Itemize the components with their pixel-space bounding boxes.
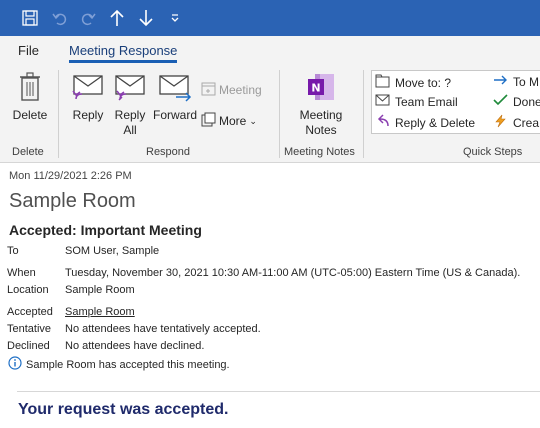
reply-all-label-line1: Reply: [114, 108, 146, 122]
undo-icon[interactable]: [50, 8, 70, 28]
quick-step-create-new[interactable]: Crea: [493, 114, 539, 131]
trash-icon: [10, 72, 50, 106]
meeting-notes-label-line2: Notes: [305, 123, 337, 137]
save-icon[interactable]: [20, 8, 40, 28]
reply-all-button[interactable]: Reply All: [110, 74, 150, 138]
delete-button[interactable]: Delete: [10, 72, 50, 123]
location-value: Sample Room: [65, 284, 135, 296]
sent-date: Mon 11/29/2021 2:26 PM: [9, 170, 132, 182]
quick-step-label: Reply & Delete: [395, 115, 476, 130]
ribbon: Delete Delete Reply Reply All Forward Me…: [0, 64, 540, 163]
reply-icon: [68, 74, 108, 106]
menu-bar: File Meeting Response: [0, 36, 540, 64]
down-arrow-icon[interactable]: [136, 8, 156, 28]
up-arrow-icon[interactable]: [107, 8, 127, 28]
email-icon: [375, 94, 390, 109]
quick-step-label: To M: [513, 74, 540, 89]
more-icon: [201, 112, 216, 131]
when-value: Tuesday, November 30, 2021 10:30 AM-11:0…: [65, 267, 521, 279]
tentative-value: No attendees have tentatively accepted.: [65, 323, 261, 335]
message-body: Your request was accepted.: [17, 391, 540, 428]
quick-step-label: Team Email: [395, 94, 458, 109]
to-value[interactable]: SOM User, Sample: [65, 245, 159, 257]
accepted-label: Accepted: [7, 306, 53, 318]
response-subject: Accepted: Important Meeting: [9, 222, 202, 238]
calendar-icon: [201, 81, 216, 100]
message-pane: Mon 11/29/2021 2:26 PM Sample Room Accep…: [0, 163, 540, 427]
info-icon: [8, 356, 22, 373]
title-bar: [0, 0, 540, 36]
quick-step-team-email[interactable]: Team Email: [375, 94, 458, 109]
reply-label: Reply: [72, 108, 104, 122]
body-text: Your request was accepted.: [18, 401, 229, 418]
redo-icon[interactable]: [78, 8, 98, 28]
customize-icon[interactable]: [165, 8, 185, 28]
checkmark-icon: [493, 94, 508, 109]
quick-step-label: Move to: ?: [395, 75, 452, 90]
group-divider: [279, 70, 280, 158]
when-label: When: [7, 267, 36, 279]
svg-text:N: N: [311, 82, 320, 95]
to-label: To: [7, 245, 19, 257]
reply-icon: [375, 114, 390, 131]
reply-all-label-line2: All: [123, 123, 137, 137]
reply-all-icon: [110, 74, 150, 106]
forward-button[interactable]: Forward: [152, 74, 198, 123]
more-label: More: [219, 114, 247, 128]
group-label-delete: Delete: [12, 146, 44, 158]
onenote-icon: N: [294, 72, 348, 106]
quick-step-done[interactable]: Done: [493, 94, 540, 109]
forward-label: Forward: [152, 108, 197, 122]
group-label-quick-steps: Quick Steps: [463, 146, 523, 158]
meeting-notes-label-line1: Meeting: [299, 108, 343, 122]
info-bar: Sample Room has accepted this meeting.: [8, 356, 230, 373]
quick-step-move-to[interactable]: Move to: ?: [375, 74, 451, 91]
quick-step-reply-delete[interactable]: Reply & Delete: [375, 114, 475, 131]
info-text: Sample Room has accepted this meeting.: [26, 358, 230, 371]
group-label-respond: Respond: [146, 146, 191, 158]
quick-step-label: Done: [513, 94, 540, 109]
meeting-label: Meeting: [219, 83, 262, 97]
delete-label: Delete: [12, 108, 48, 122]
group-divider: [363, 70, 364, 158]
tentative-label: Tentative: [7, 323, 52, 335]
tab-meeting-response[interactable]: Meeting Response: [69, 43, 178, 63]
meeting-notes-button[interactable]: N Meeting Notes: [294, 72, 348, 138]
tab-file[interactable]: File: [18, 43, 39, 58]
meeting-button[interactable]: Meeting: [201, 81, 269, 100]
accepted-value-link[interactable]: Sample Room: [65, 306, 135, 318]
group-divider: [58, 70, 59, 158]
forward-icon: [152, 74, 198, 106]
declined-value: No attendees have declined.: [65, 340, 205, 352]
sender-name[interactable]: Sample Room: [9, 190, 136, 213]
folder-icon: [375, 74, 390, 91]
forward-arrow-icon: [493, 74, 508, 89]
reply-button[interactable]: Reply: [68, 74, 108, 123]
chevron-down-icon: ⌄: [249, 116, 257, 126]
quick-step-label: Crea: [513, 115, 540, 130]
location-label: Location: [7, 284, 49, 296]
more-button[interactable]: More ⌄: [201, 112, 269, 131]
lightning-icon: [493, 114, 508, 131]
declined-label: Declined: [7, 340, 50, 352]
quick-step-to-manager[interactable]: To M: [493, 74, 539, 89]
group-label-meeting-notes: Meeting Notes: [284, 146, 355, 158]
